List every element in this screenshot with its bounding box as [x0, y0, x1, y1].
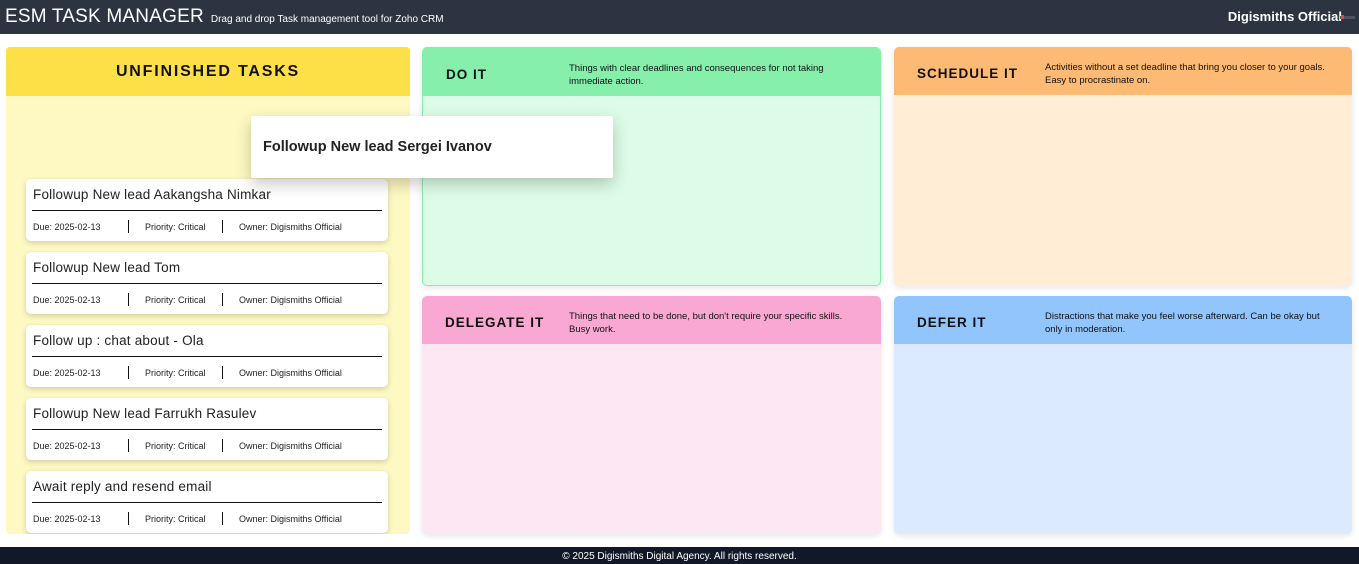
task-due: Due: 2025-02-13 [33, 367, 101, 378]
meta-separator [128, 512, 129, 525]
task-meta: Due: 2025-02-13 Priority: Critical Owner… [33, 293, 342, 306]
user-name[interactable]: Digismiths Official [1228, 9, 1342, 24]
task-priority: Priority: Critical [145, 367, 206, 378]
task-card[interactable]: Follow up : chat about - Ola Due: 2025-0… [26, 325, 388, 387]
task-title: Follow up : chat about - Ola [33, 333, 204, 348]
meta-separator [222, 366, 223, 379]
unfinished-tasks-header: UNFINISHED TASKS [6, 47, 410, 96]
task-card[interactable]: Await reply and resend email Due: 2025-0… [26, 471, 388, 533]
task-owner: Owner: Digismiths Official [239, 367, 342, 378]
task-title: Followup New lead Tom [33, 260, 181, 275]
delegate-it-description: Things that need to be done, but don't r… [569, 311, 843, 335]
task-priority: Priority: Critical [145, 221, 206, 232]
task-owner: Owner: Digismiths Official [239, 221, 342, 232]
task-due: Due: 2025-02-13 [33, 513, 101, 524]
dragging-task-card[interactable]: Followup New lead Sergei Ivanov [251, 116, 613, 178]
meta-separator [128, 220, 129, 233]
task-priority: Priority: Critical [145, 440, 206, 451]
delegate-it-title: DELEGATE IT [445, 315, 545, 330]
app-title: ESM TASK MANAGER [5, 6, 204, 27]
meta-separator [222, 293, 223, 306]
task-divider [32, 502, 382, 503]
task-card[interactable]: Followup New lead Farrukh Rasulev Due: 2… [26, 398, 388, 460]
task-title: Followup New lead Aakangsha Nimkar [33, 187, 271, 202]
defer-it-description: Distractions that make you feel worse af… [1045, 311, 1320, 335]
meta-separator [222, 512, 223, 525]
task-divider [32, 283, 382, 284]
task-card[interactable]: Followup New lead Tom Due: 2025-02-13 Pr… [26, 252, 388, 314]
app-subtitle: Drag and drop Task management tool for Z… [210, 13, 444, 25]
schedule-it-title: SCHEDULE IT [917, 66, 1019, 81]
do-it-description: Things with clear deadlines and conseque… [569, 63, 824, 87]
task-due: Due: 2025-02-13 [33, 294, 101, 305]
task-title: Await reply and resend email [33, 479, 212, 494]
task-priority: Priority: Critical [145, 294, 206, 305]
do-it-title: DO IT [446, 67, 487, 82]
task-owner: Owner: Digismiths Official [239, 440, 342, 451]
top-bar: ESM TASK MANAGER Drag and drop Task mana… [0, 0, 1359, 34]
task-meta: Due: 2025-02-13 Priority: Critical Owner… [33, 512, 342, 525]
footer: © 2025 Digismiths Digital Agency. All ri… [0, 547, 1359, 564]
delegate-it-quadrant[interactable]: DELEGATE IT Things that need to be done,… [422, 296, 881, 534]
footer-text: © 2025 Digismiths Digital Agency. All ri… [562, 551, 797, 562]
unfinished-tasks-title: UNFINISHED TASKS [115, 62, 301, 80]
schedule-it-description: Activities without a set deadline that b… [1045, 62, 1325, 86]
task-owner: Owner: Digismiths Official [239, 513, 342, 524]
task-meta: Due: 2025-02-13 Priority: Critical Owner… [33, 220, 342, 233]
meta-separator [128, 293, 129, 306]
user-menu-icon[interactable] [1340, 15, 1355, 19]
schedule-it-quadrant[interactable]: SCHEDULE IT Activities without a set dea… [894, 47, 1352, 286]
meta-separator [128, 439, 129, 452]
task-meta: Due: 2025-02-13 Priority: Critical Owner… [33, 439, 342, 452]
task-divider [32, 429, 382, 430]
task-card[interactable]: Followup New lead Aakangsha Nimkar Due: … [26, 179, 388, 241]
meta-separator [222, 220, 223, 233]
meta-separator [128, 366, 129, 379]
dragging-task-title: Followup New lead Sergei Ivanov [263, 139, 492, 155]
defer-it-title: DEFER IT [917, 315, 987, 330]
task-owner: Owner: Digismiths Official [239, 294, 342, 305]
task-title: Followup New lead Farrukh Rasulev [33, 406, 257, 421]
meta-separator [222, 439, 223, 452]
task-divider [32, 356, 382, 357]
task-priority: Priority: Critical [145, 513, 206, 524]
task-divider [32, 210, 382, 211]
task-due: Due: 2025-02-13 [33, 221, 101, 232]
defer-it-quadrant[interactable]: DEFER IT Distractions that make you feel… [894, 296, 1352, 534]
task-meta: Due: 2025-02-13 Priority: Critical Owner… [33, 366, 342, 379]
task-due: Due: 2025-02-13 [33, 440, 101, 451]
